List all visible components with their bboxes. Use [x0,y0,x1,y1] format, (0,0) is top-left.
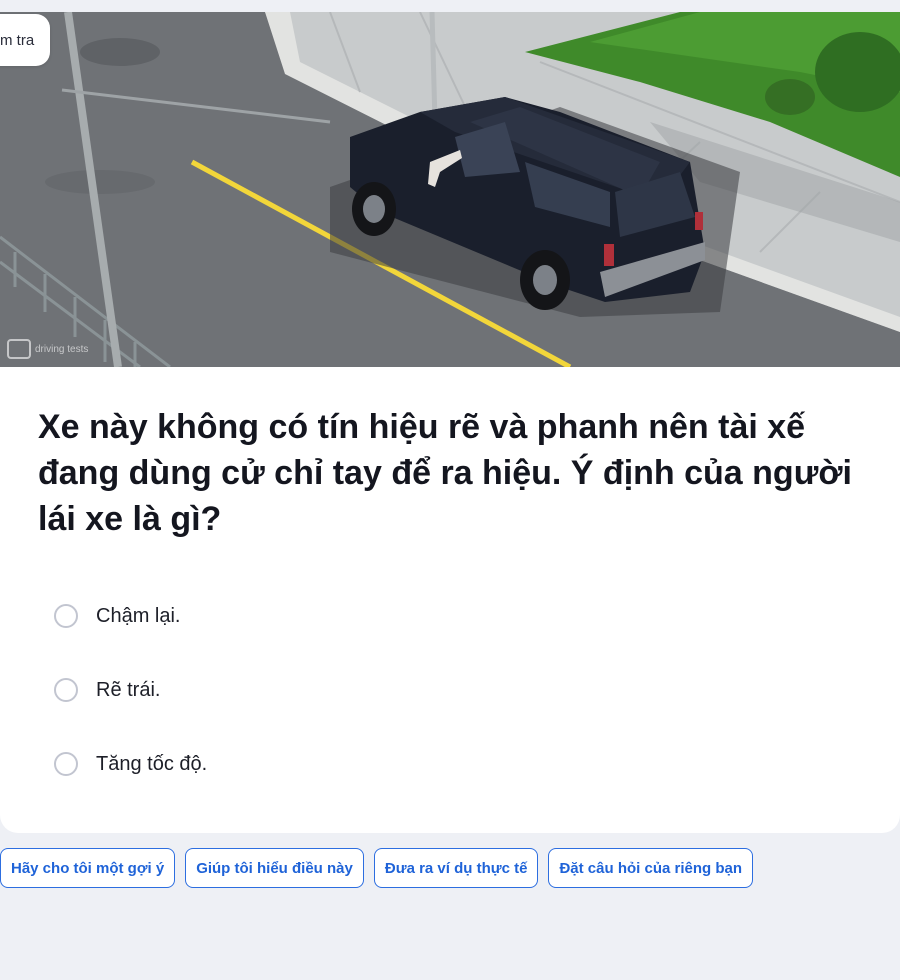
answer-option-label: Rẽ trái. [96,678,161,701]
explain-button[interactable]: Giúp tôi hiểu điều này [185,848,364,888]
radio-button[interactable] [54,604,78,628]
help-chips: Hãy cho tôi một gợi ý Giúp tôi hiểu điều… [0,848,754,888]
question-image: driving tests [0,12,900,367]
radio-button[interactable] [54,752,78,776]
answer-option-label: Chậm lại. [96,604,181,627]
question-text: Xe này không có tín hiệu rẽ và phanh nên… [38,408,852,538]
hint-button[interactable]: Hãy cho tôi một gợi ý [0,848,176,888]
ask-own-question-button[interactable]: Đặt câu hỏi của riêng bạn [548,848,754,888]
quiz-card: driving tests m tra Xe này không có tín … [0,12,900,833]
answer-option-label: Tăng tốc độ. [96,752,208,775]
answer-option-3[interactable]: Tăng tốc độ. [54,743,654,785]
answer-option-2[interactable]: Rẽ trái. [54,669,654,711]
real-example-button[interactable]: Đưa ra ví dụ thực tế [373,848,539,888]
test-mode-tag-label: m tra [0,31,35,49]
svg-text:driving tests: driving tests [35,344,88,355]
answer-option-1[interactable]: Chậm lại. [54,595,654,637]
radio-button[interactable] [54,678,78,702]
test-mode-tag: m tra [0,14,51,66]
answer-options: Chậm lại. Rẽ trái. Tăng tốc độ. [54,595,654,817]
